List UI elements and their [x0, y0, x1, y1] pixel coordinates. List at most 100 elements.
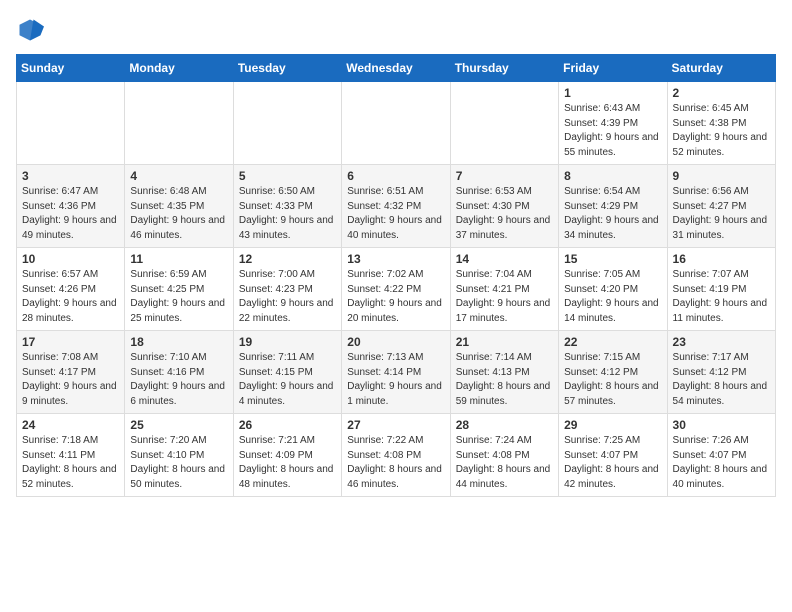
day-info: Sunrise: 7:11 AM Sunset: 4:15 PM Dayligh…: [239, 351, 336, 409]
day-number: 7: [456, 169, 553, 183]
day-number: 19: [239, 335, 336, 349]
calendar-week-row: 10 Sunrise: 6:57 AM Sunset: 4:26 PM Dayli…: [17, 248, 776, 331]
day-number: 11: [130, 252, 227, 266]
day-info: Sunrise: 6:53 AM Sunset: 4:30 PM Dayligh…: [456, 185, 553, 243]
calendar-cell: 22 Sunrise: 7:15 AM Sunset: 4:12 PM Dayli…: [559, 331, 667, 414]
day-number: 23: [673, 335, 770, 349]
day-number: 10: [22, 252, 119, 266]
day-info: Sunrise: 6:45 AM Sunset: 4:38 PM Dayligh…: [673, 102, 770, 160]
day-info: Sunrise: 6:51 AM Sunset: 4:32 PM Dayligh…: [347, 185, 444, 243]
calendar-cell: 11 Sunrise: 6:59 AM Sunset: 4:25 PM Dayli…: [125, 248, 233, 331]
calendar-week-row: 17 Sunrise: 7:08 AM Sunset: 4:17 PM Dayli…: [17, 331, 776, 414]
calendar-cell: 5 Sunrise: 6:50 AM Sunset: 4:33 PM Daylig…: [233, 165, 341, 248]
day-number: 17: [22, 335, 119, 349]
calendar-table: SundayMondayTuesdayWednesdayThursdayFrid…: [16, 54, 776, 497]
day-number: 25: [130, 418, 227, 432]
calendar-cell: 19 Sunrise: 7:11 AM Sunset: 4:15 PM Dayli…: [233, 331, 341, 414]
calendar-cell: 10 Sunrise: 6:57 AM Sunset: 4:26 PM Dayli…: [17, 248, 125, 331]
calendar-cell: 25 Sunrise: 7:20 AM Sunset: 4:10 PM Dayli…: [125, 414, 233, 497]
calendar-header-friday: Friday: [559, 55, 667, 82]
day-number: 21: [456, 335, 553, 349]
day-info: Sunrise: 7:10 AM Sunset: 4:16 PM Dayligh…: [130, 351, 227, 409]
day-info: Sunrise: 7:07 AM Sunset: 4:19 PM Dayligh…: [673, 268, 770, 326]
calendar-header-wednesday: Wednesday: [342, 55, 450, 82]
day-info: Sunrise: 7:05 AM Sunset: 4:20 PM Dayligh…: [564, 268, 661, 326]
day-info: Sunrise: 7:24 AM Sunset: 4:08 PM Dayligh…: [456, 434, 553, 492]
calendar-cell: 21 Sunrise: 7:14 AM Sunset: 4:13 PM Dayli…: [450, 331, 558, 414]
day-number: 30: [673, 418, 770, 432]
calendar-cell: 3 Sunrise: 6:47 AM Sunset: 4:36 PM Daylig…: [17, 165, 125, 248]
day-number: 26: [239, 418, 336, 432]
day-info: Sunrise: 6:47 AM Sunset: 4:36 PM Dayligh…: [22, 185, 119, 243]
day-number: 3: [22, 169, 119, 183]
day-info: Sunrise: 6:43 AM Sunset: 4:39 PM Dayligh…: [564, 102, 661, 160]
calendar-cell: 6 Sunrise: 6:51 AM Sunset: 4:32 PM Daylig…: [342, 165, 450, 248]
day-number: 13: [347, 252, 444, 266]
calendar-cell: [450, 82, 558, 165]
day-info: Sunrise: 7:15 AM Sunset: 4:12 PM Dayligh…: [564, 351, 661, 409]
header: [16, 16, 776, 44]
day-number: 28: [456, 418, 553, 432]
day-info: Sunrise: 6:57 AM Sunset: 4:26 PM Dayligh…: [22, 268, 119, 326]
day-number: 18: [130, 335, 227, 349]
day-number: 29: [564, 418, 661, 432]
day-info: Sunrise: 7:21 AM Sunset: 4:09 PM Dayligh…: [239, 434, 336, 492]
day-info: Sunrise: 7:17 AM Sunset: 4:12 PM Dayligh…: [673, 351, 770, 409]
calendar-header-thursday: Thursday: [450, 55, 558, 82]
day-number: 24: [22, 418, 119, 432]
calendar-cell: [125, 82, 233, 165]
day-number: 16: [673, 252, 770, 266]
day-number: 2: [673, 86, 770, 100]
day-info: Sunrise: 6:48 AM Sunset: 4:35 PM Dayligh…: [130, 185, 227, 243]
calendar-cell: 16 Sunrise: 7:07 AM Sunset: 4:19 PM Dayli…: [667, 248, 775, 331]
calendar-cell: 20Sunrise: 7:13 AM Sunset: 4:14 PM Dayli…: [342, 331, 450, 414]
day-number: 6: [347, 169, 444, 183]
day-number: 27: [347, 418, 444, 432]
day-number: 12: [239, 252, 336, 266]
day-number: 5: [239, 169, 336, 183]
day-info: Sunrise: 6:59 AM Sunset: 4:25 PM Dayligh…: [130, 268, 227, 326]
day-info: Sunrise: 7:02 AM Sunset: 4:22 PM Dayligh…: [347, 268, 444, 326]
calendar-cell: 27 Sunrise: 7:22 AM Sunset: 4:08 PM Dayli…: [342, 414, 450, 497]
day-info: Sunrise: 7:18 AM Sunset: 4:11 PM Dayligh…: [22, 434, 119, 492]
calendar-week-row: 1 Sunrise: 6:43 AM Sunset: 4:39 PM Daylig…: [17, 82, 776, 165]
calendar-cell: 14Sunrise: 7:04 AM Sunset: 4:21 PM Dayli…: [450, 248, 558, 331]
calendar-header-row: SundayMondayTuesdayWednesdayThursdayFrid…: [17, 55, 776, 82]
logo: [16, 16, 48, 44]
calendar-cell: 4 Sunrise: 6:48 AM Sunset: 4:35 PM Daylig…: [125, 165, 233, 248]
calendar-cell: 17 Sunrise: 7:08 AM Sunset: 4:17 PM Dayli…: [17, 331, 125, 414]
calendar-cell: 30 Sunrise: 7:26 AM Sunset: 4:07 PM Dayli…: [667, 414, 775, 497]
day-info: Sunrise: 7:20 AM Sunset: 4:10 PM Dayligh…: [130, 434, 227, 492]
day-number: 1: [564, 86, 661, 100]
calendar-cell: 1 Sunrise: 6:43 AM Sunset: 4:39 PM Daylig…: [559, 82, 667, 165]
day-info: Sunrise: 7:08 AM Sunset: 4:17 PM Dayligh…: [22, 351, 119, 409]
calendar-cell: 26 Sunrise: 7:21 AM Sunset: 4:09 PM Dayli…: [233, 414, 341, 497]
calendar-week-row: 3 Sunrise: 6:47 AM Sunset: 4:36 PM Daylig…: [17, 165, 776, 248]
calendar-cell: 24 Sunrise: 7:18 AM Sunset: 4:11 PM Dayli…: [17, 414, 125, 497]
logo-icon: [16, 16, 44, 44]
calendar-cell: 15 Sunrise: 7:05 AM Sunset: 4:20 PM Dayli…: [559, 248, 667, 331]
day-info: Sunrise: 6:50 AM Sunset: 4:33 PM Dayligh…: [239, 185, 336, 243]
day-number: 15: [564, 252, 661, 266]
calendar-cell: 9 Sunrise: 6:56 AM Sunset: 4:27 PM Daylig…: [667, 165, 775, 248]
calendar-cell: 23 Sunrise: 7:17 AM Sunset: 4:12 PM Dayli…: [667, 331, 775, 414]
day-info: Sunrise: 7:00 AM Sunset: 4:23 PM Dayligh…: [239, 268, 336, 326]
day-info: Sunrise: 7:26 AM Sunset: 4:07 PM Dayligh…: [673, 434, 770, 492]
calendar-cell: 2 Sunrise: 6:45 AM Sunset: 4:38 PM Daylig…: [667, 82, 775, 165]
day-info: Sunrise: 6:54 AM Sunset: 4:29 PM Dayligh…: [564, 185, 661, 243]
calendar-header-tuesday: Tuesday: [233, 55, 341, 82]
day-info: Sunrise: 6:56 AM Sunset: 4:27 PM Dayligh…: [673, 185, 770, 243]
day-number: 9: [673, 169, 770, 183]
calendar-cell: [342, 82, 450, 165]
day-number: 14: [456, 252, 553, 266]
day-number: 4: [130, 169, 227, 183]
calendar-cell: 13 Sunrise: 7:02 AM Sunset: 4:22 PM Dayli…: [342, 248, 450, 331]
calendar-header-sunday: Sunday: [17, 55, 125, 82]
day-info: Sunrise: 7:14 AM Sunset: 4:13 PM Dayligh…: [456, 351, 553, 409]
day-info: Sunrise: 7:13 AM Sunset: 4:14 PM Dayligh…: [347, 351, 444, 409]
day-number: 22: [564, 335, 661, 349]
calendar-header-saturday: Saturday: [667, 55, 775, 82]
day-info: Sunrise: 7:22 AM Sunset: 4:08 PM Dayligh…: [347, 434, 444, 492]
calendar-cell: [17, 82, 125, 165]
calendar-cell: 18 Sunrise: 7:10 AM Sunset: 4:16 PM Dayli…: [125, 331, 233, 414]
